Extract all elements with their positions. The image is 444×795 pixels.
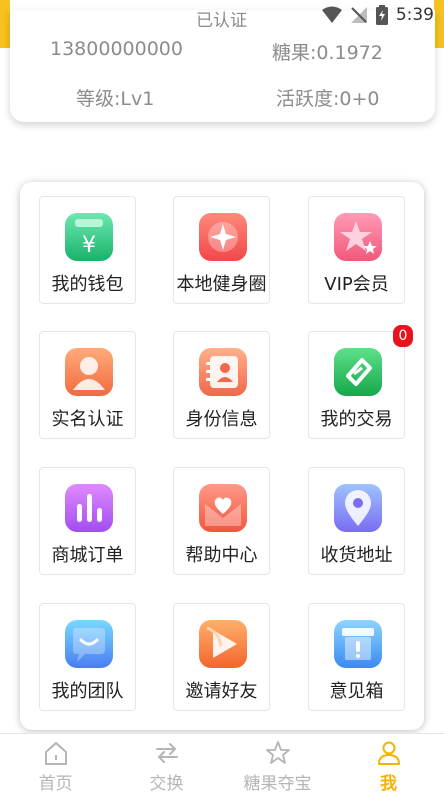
vip-star-icon: [334, 213, 382, 261]
menu-item-real-name[interactable]: 实名认证: [39, 331, 136, 439]
menu-item-label: 帮助中心: [185, 545, 258, 566]
signal-off-icon: [350, 7, 367, 23]
menu-item-label: 意见箱: [329, 681, 384, 702]
menu-item-label: 商城订单: [51, 545, 124, 566]
menu-item-mall-orders[interactable]: 商城订单: [39, 467, 136, 575]
menu-item-my-team[interactable]: 我的团队: [39, 603, 136, 711]
tab-exchange[interactable]: 交换: [111, 734, 222, 795]
menu-item-my-trades[interactable]: 我的交易 0: [308, 325, 413, 439]
tab-me[interactable]: 我: [333, 734, 444, 795]
menu-item-label: VIP会员: [324, 274, 389, 295]
menu-item-suggestion-box[interactable]: 意见箱: [308, 603, 405, 711]
svg-text:¥: ¥: [82, 233, 96, 258]
id-card-icon: [199, 348, 247, 396]
menu-item-label: 收货地址: [320, 545, 393, 566]
menu-item-label: 本地健身圈: [176, 274, 267, 295]
menu-item-label: 我的钱包: [51, 274, 124, 295]
bar-chart-icon: [65, 484, 113, 532]
exchange-icon: [155, 743, 178, 763]
home-icon: [44, 742, 67, 765]
fitness-circle-icon: [199, 213, 247, 261]
menu-item-help-center[interactable]: 帮助中心: [173, 467, 270, 575]
battery-charging-icon: [375, 5, 388, 25]
tab-label: 糖果夺宝: [243, 774, 312, 794]
status-icons: 5:39: [321, 5, 434, 25]
phone-number: 13800000000: [50, 38, 183, 60]
menu-item-label: 身份信息: [185, 409, 258, 430]
chat-bubble-icon: [65, 620, 113, 668]
menu-item-label: 我的交易: [320, 409, 393, 430]
tab-label: 交换: [149, 774, 184, 794]
menu-item-shipping-address[interactable]: 收货地址: [308, 467, 405, 575]
menu-item-label: 实名认证: [51, 409, 124, 430]
status-bar: 已认证 5:39: [0, 0, 444, 31]
heart-mail-icon: [199, 484, 247, 532]
bottom-tab-bar: 首页 交换 糖果夺宝 我: [0, 733, 444, 795]
location-pin-icon: [334, 484, 382, 532]
star-icon: [265, 741, 290, 764]
menu-item-wallet[interactable]: ¥ 我的钱包: [39, 196, 136, 304]
wallet-icon: ¥: [65, 213, 113, 261]
candy-balance: 糖果:0.1972: [272, 42, 383, 64]
tab-candy-treasure[interactable]: 糖果夺宝: [222, 734, 333, 795]
menu-item-vip[interactable]: VIP会员: [308, 196, 405, 304]
invite-play-icon: [199, 620, 247, 668]
trade-icon: [334, 348, 382, 396]
menu-item-id-info[interactable]: 身份信息: [173, 331, 270, 439]
user-verify-icon: [65, 348, 113, 396]
menu-grid: ¥ 我的钱包 本地健身圈 VIP会员 实名认证 身份信息 我的交易 0 商城订单…: [20, 182, 424, 730]
tab-label: 首页: [38, 774, 73, 794]
tab-home[interactable]: 首页: [0, 734, 111, 795]
activity-score: 活跃度:0+0: [276, 88, 380, 110]
status-time: 5:39: [395, 5, 434, 25]
suggestion-box-icon: [334, 620, 382, 668]
person-icon: [377, 741, 400, 765]
trade-count-badge: 0: [393, 325, 413, 347]
menu-item-invite-friends[interactable]: 邀请好友: [173, 603, 270, 711]
menu-item-local-fitness[interactable]: 本地健身圈: [173, 196, 270, 304]
verified-status: 已认证: [196, 11, 247, 31]
menu-item-label: 邀请好友: [185, 681, 258, 702]
user-level: 等级:Lv1: [76, 88, 155, 110]
tab-label: 我: [380, 774, 397, 794]
menu-item-label: 我的团队: [51, 681, 124, 702]
wifi-icon: [321, 6, 342, 23]
